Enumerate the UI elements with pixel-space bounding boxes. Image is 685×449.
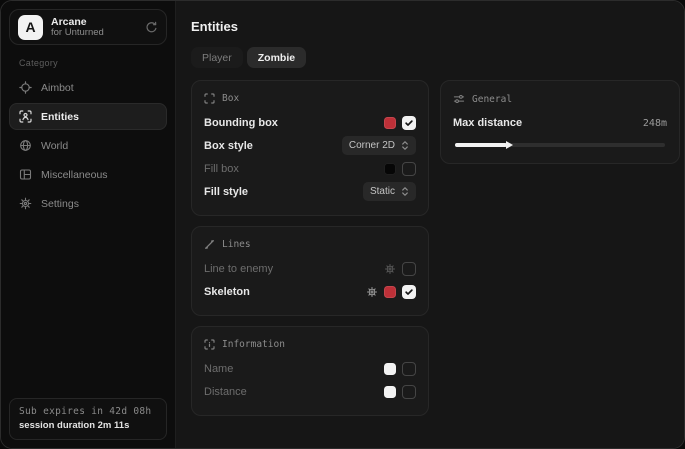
settings-columns: Box Bounding box Box style — [191, 80, 680, 416]
color-swatch[interactable] — [384, 363, 396, 375]
setting-row-bounding-box: Bounding box — [204, 111, 416, 134]
sidebar-item-label: Settings — [41, 198, 79, 210]
setting-label: Line to enemy — [204, 263, 273, 275]
setting-row-line-to-enemy: Line to enemy — [204, 257, 416, 280]
chevron-up-down-icon — [401, 186, 409, 197]
general-card: General Max distance 248m — [440, 80, 680, 164]
sidebar-item-aimbot[interactable]: Aimbot — [9, 74, 167, 101]
color-swatch[interactable] — [384, 163, 396, 175]
information-card: Information Name Distance — [191, 326, 429, 416]
sidebar-item-label: Miscellaneous — [41, 169, 108, 181]
box-style-dropdown[interactable]: Corner 2D — [342, 136, 416, 155]
setting-label: Skeleton — [204, 286, 250, 298]
setting-label: Bounding box — [204, 117, 278, 129]
setting-label: Name — [204, 363, 233, 375]
slider-fill — [455, 143, 507, 147]
setting-row-name: Name — [204, 357, 416, 380]
setting-row-max-distance: Max distance 248m — [453, 112, 667, 134]
sidebar-nav: Aimbot Entities World — [1, 73, 175, 218]
dropdown-value: Corner 2D — [349, 140, 395, 151]
app-name: Arcane — [51, 16, 104, 28]
app-logo: A — [18, 15, 43, 40]
box-card-header: Box — [204, 93, 416, 104]
sub-settings-gear-icon[interactable] — [366, 286, 378, 298]
dropdown-value: Static — [370, 186, 395, 197]
lines-card-header: Lines — [204, 239, 416, 250]
sidebar-item-entities[interactable]: Entities — [9, 103, 167, 130]
app-subtitle: for Unturned — [51, 28, 104, 39]
sidebar: A Arcane for Unturned Category Aimbot — [1, 1, 176, 448]
setting-label: Fill style — [204, 186, 248, 198]
setting-row-box-style: Box style Corner 2D — [204, 134, 416, 157]
slider-value: 248m — [643, 118, 667, 129]
fill-style-dropdown[interactable]: Static — [363, 182, 416, 201]
checkbox[interactable] — [402, 362, 416, 376]
app-meta: Arcane for Unturned — [51, 16, 104, 39]
crosshair-icon — [19, 81, 32, 94]
setting-row-fill-box: Fill box — [204, 157, 416, 180]
session-duration-text: session duration 2m 11s — [19, 420, 157, 431]
sidebar-item-label: Entities — [41, 111, 79, 123]
information-card-header: Information — [204, 339, 416, 350]
sub-expires-text: Sub expires in 42d 08h — [19, 406, 157, 417]
info-scan-icon — [204, 339, 215, 350]
subscription-card: Sub expires in 42d 08h session duration … — [9, 398, 167, 440]
general-card-header: General — [453, 93, 667, 105]
card-title: General — [472, 94, 512, 105]
setting-row-distance: Distance — [204, 380, 416, 403]
diagonal-line-icon — [204, 239, 215, 250]
slider-thumb[interactable] — [506, 141, 513, 149]
sidebar-item-label: World — [41, 140, 68, 152]
color-swatch[interactable] — [384, 117, 396, 129]
card-title: Lines — [222, 239, 251, 250]
sidebar-item-miscellaneous[interactable]: Miscellaneous — [9, 161, 167, 188]
lines-card: Lines Line to enemy — [191, 226, 429, 316]
checkbox[interactable] — [402, 262, 416, 276]
checkbox[interactable] — [402, 162, 416, 176]
tab-player[interactable]: Player — [191, 47, 243, 68]
sub-settings-gear-icon[interactable] — [384, 263, 396, 275]
setting-row-fill-style: Fill style Static — [204, 180, 416, 203]
card-title: Box — [222, 93, 239, 104]
checkbox[interactable] — [402, 116, 416, 130]
card-title: Information — [222, 339, 285, 350]
checkbox[interactable] — [402, 385, 416, 399]
setting-row-skeleton: Skeleton — [204, 280, 416, 303]
checkbox[interactable] — [402, 285, 416, 299]
right-column: General Max distance 248m — [440, 80, 680, 164]
chevron-up-down-icon — [401, 140, 409, 151]
layout-grid-icon — [19, 168, 32, 181]
setting-label: Max distance — [453, 117, 522, 129]
reload-icon[interactable] — [145, 21, 158, 34]
gear-icon — [19, 197, 32, 210]
globe-icon — [19, 139, 32, 152]
left-column: Box Bounding box Box style — [191, 80, 429, 416]
page-title: Entities — [191, 19, 680, 34]
color-swatch[interactable] — [384, 386, 396, 398]
sidebar-item-world[interactable]: World — [9, 132, 167, 159]
app-header-card: A Arcane for Unturned — [9, 9, 167, 45]
tab-zombie[interactable]: Zombie — [247, 47, 306, 68]
max-distance-slider[interactable] — [455, 143, 665, 147]
app-window: A Arcane for Unturned Category Aimbot — [0, 0, 685, 449]
sidebar-item-settings[interactable]: Settings — [9, 190, 167, 217]
sliders-icon — [453, 93, 465, 105]
entity-scan-icon — [19, 110, 32, 123]
main-panel: Entities Player Zombie Box — [176, 1, 685, 448]
corner-brackets-icon — [204, 93, 215, 104]
sidebar-item-label: Aimbot — [41, 82, 74, 94]
setting-label: Distance — [204, 386, 247, 398]
setting-label: Box style — [204, 140, 253, 152]
box-card: Box Bounding box Box style — [191, 80, 429, 216]
category-label: Category — [19, 58, 175, 68]
tab-bar: Player Zombie — [191, 47, 680, 68]
setting-label: Fill box — [204, 163, 239, 175]
color-swatch[interactable] — [384, 286, 396, 298]
